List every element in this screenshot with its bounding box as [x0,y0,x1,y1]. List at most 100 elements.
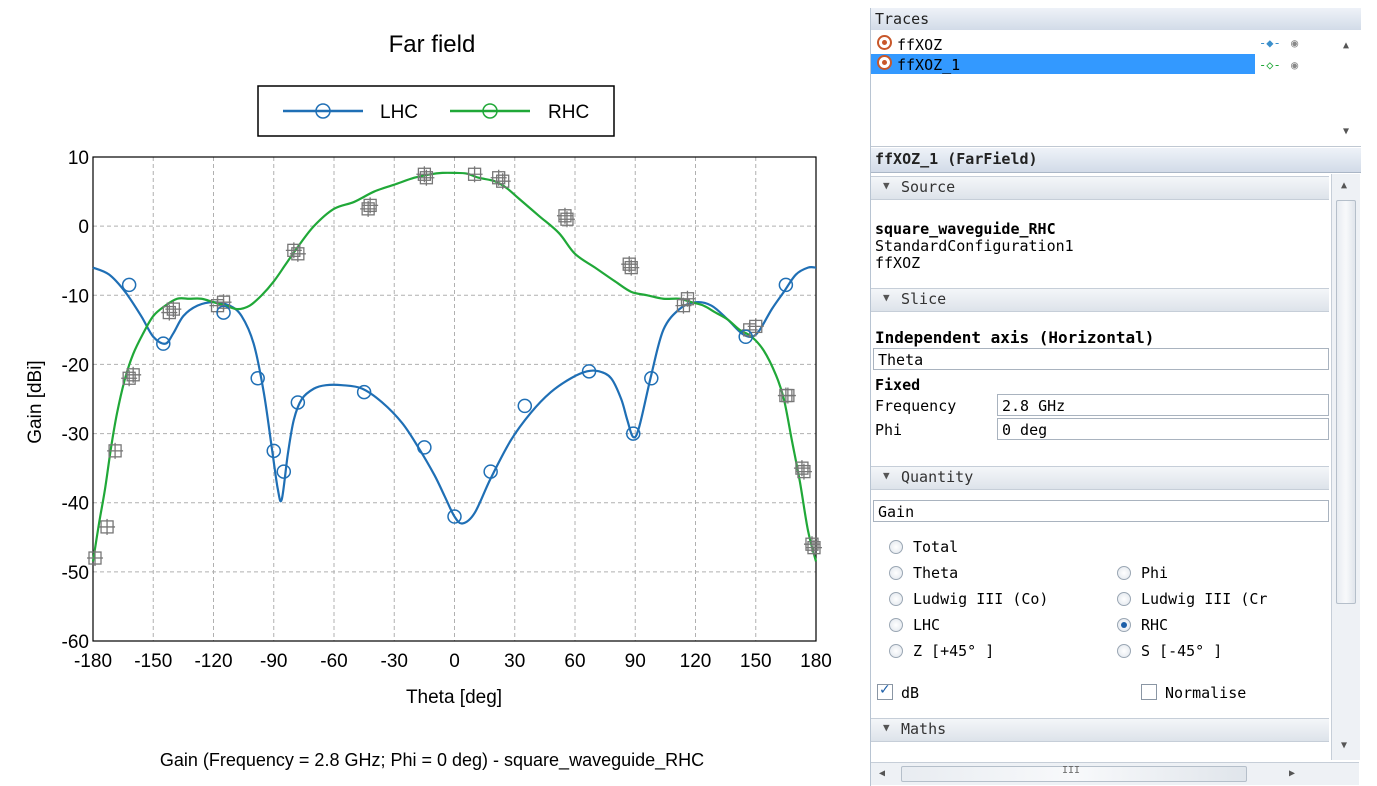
y-tick-label: -10 [62,286,89,307]
y-tick-label: -60 [62,632,89,653]
scroll-up-icon[interactable]: ▲ [1343,40,1349,51]
scroll-down-icon[interactable]: ▼ [1343,126,1349,137]
radio-theta[interactable] [889,566,903,580]
field-value: 0 deg [1002,421,1048,439]
radio-total[interactable] [889,540,903,554]
radio-s-minus45[interactable] [1117,644,1131,658]
marker-rhc-square [795,463,812,480]
x-tick-label: 150 [740,651,772,672]
chart-svg: Far field LHC RHC -180 -150 -120 -90 -60 -30 0… [25,31,832,771]
scroll-left-icon[interactable]: ◀ [879,768,885,779]
x-tick-label: 180 [800,651,832,672]
properties-hscrollbar[interactable]: ◀ III ▶ [871,762,1359,785]
source-config: StandardConfiguration1 [875,237,1074,255]
properties-scrollbar[interactable]: ▲ ▼ [1331,174,1360,760]
traces-scrollbar[interactable]: ▲ ▼ [1333,30,1360,146]
select-value: Gain [878,503,915,521]
marker-rhc-square [285,242,302,259]
fixed-label: Fixed [875,376,921,394]
collapse-icon: ▼ [883,721,890,734]
trace-item-ffxoz-1[interactable]: ffXOZ_1 [871,54,1255,74]
marker-rhc-square [793,460,810,477]
y-tick-label: -30 [62,425,89,446]
marker-rhc-square [99,518,116,535]
normalise-checkbox[interactable] [1141,684,1157,700]
grip-mark: III [1062,765,1081,776]
scroll-thumb[interactable] [1336,200,1356,604]
hscroll-thumb[interactable]: III [901,765,1247,782]
collapse-icon: ▼ [883,469,890,482]
marker-rhc-square [121,370,138,387]
y-tick-label: 0 [78,217,89,238]
radio-phi[interactable] [1117,566,1131,580]
source-name: square_waveguide_RHC [875,220,1056,238]
grid [92,156,817,642]
radio-ludwig-cr[interactable] [1117,592,1131,606]
marker-lhc-circle [121,277,137,293]
eye-icon[interactable]: ◉ [1291,58,1298,72]
section-maths[interactable]: ▼ Maths [871,718,1329,742]
radio-lhc[interactable] [889,618,903,632]
section-quantity[interactable]: ▼ Quantity [871,466,1329,490]
collapse-icon: ▼ [883,179,890,192]
radio-z-plus45[interactable] [889,644,903,658]
far-field-plot[interactable]: Far field LHC RHC -180 -150 -120 -90 -60 -30 0… [0,0,862,786]
radio-rhc[interactable] [1117,618,1131,632]
y-axis-label: Gain [dBi] [25,360,46,443]
normalise-label: Normalise [1165,684,1247,702]
section-source[interactable]: ▼ Source [871,176,1329,200]
scroll-down-icon[interactable]: ▼ [1341,740,1347,751]
phi-label: Phi [875,421,903,439]
radio-ludwig-co[interactable] [889,592,903,606]
marker-rhc-square [494,173,511,190]
radio-label: Phi [1141,564,1169,582]
line-style-icon[interactable]: -◇- [1259,58,1281,72]
section-label: Slice [901,290,947,308]
marker-rhc-square [803,536,820,553]
marker-rhc-square [416,166,433,183]
field-value: 2.8 GHz [1002,397,1066,415]
independent-axis-label: Independent axis (Horizontal) [875,328,1155,347]
radio-label: Theta [913,564,959,582]
radio-label: Ludwig III (Co) [913,590,1049,608]
scroll-up-icon[interactable]: ▲ [1341,180,1347,191]
quantity-select[interactable]: Gain [873,500,1329,522]
line-style-icon[interactable]: -◆- [1259,36,1281,50]
y-tick-label: -50 [62,563,89,584]
marker-lhc-circle [517,398,533,414]
y-tick-label: -40 [62,494,89,515]
y-tick-label: -20 [62,355,89,376]
frequency-field[interactable]: 2.8 GHz [997,394,1329,416]
legend: LHC RHC [257,85,615,137]
marker-rhc-square [125,366,142,383]
marker-rhc-square [165,301,182,318]
properties-title: ffXOZ_1 (FarField) [875,150,1038,168]
independent-axis-select[interactable]: Theta [873,348,1329,370]
section-slice[interactable]: ▼ Slice [871,288,1329,312]
phi-field[interactable]: 0 deg [997,418,1329,440]
x-tick-label: -30 [381,651,408,672]
eye-icon[interactable]: ◉ [1291,36,1298,50]
x-tick-label: 120 [680,651,712,672]
scroll-right-icon[interactable]: ▶ [1289,768,1295,779]
legend-label-lhc: LHC [380,102,418,123]
trace-icon [877,55,892,70]
x-tick-label: -90 [260,651,287,672]
marker-rhc-square [107,442,124,459]
marker-rhc-square [556,207,573,224]
marker-rhc-square [87,550,104,567]
trace-item-ffxoz[interactable]: ffXOZ -◆- ◉ [871,34,1298,54]
section-label: Quantity [901,468,974,486]
radio-label: Z [+45° ] [913,642,995,660]
marker-rhc-square [215,294,232,311]
select-value: Theta [878,351,924,369]
legend-label-rhc: RHC [548,102,589,123]
marker-rhc-square [558,211,575,228]
marker-rhc-square [679,290,696,307]
db-checkbox[interactable] [877,682,893,700]
marker-rhc-square [779,387,796,404]
traces-header: Traces [871,8,1361,31]
x-tick-label: 0 [449,651,460,672]
y-tick-label: 10 [68,148,89,169]
x-tick-label: -60 [320,651,347,672]
